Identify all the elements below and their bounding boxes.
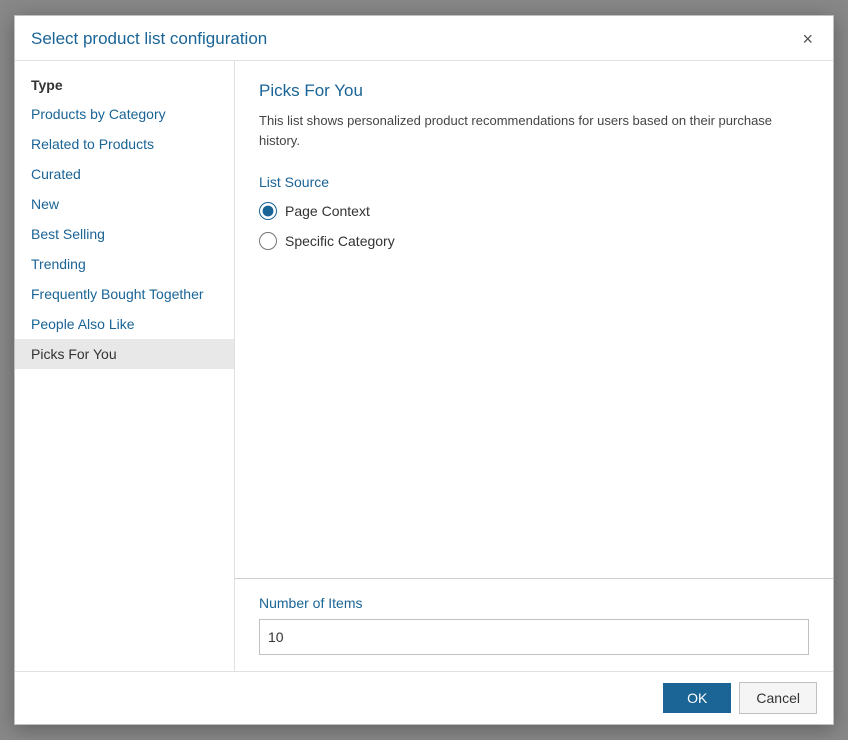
dialog-footer: OK Cancel bbox=[15, 671, 833, 724]
sidebar-item-picks-for-you[interactable]: Picks For You bbox=[15, 339, 234, 369]
main-content: Picks For You This list shows personaliz… bbox=[235, 61, 833, 671]
sidebar-item-related-to-products[interactable]: Related to Products bbox=[15, 129, 234, 159]
content-title: Picks For You bbox=[259, 81, 809, 101]
radio-page-context-label: Page Context bbox=[285, 203, 370, 219]
list-source-label: List Source bbox=[259, 174, 809, 190]
close-button[interactable]: × bbox=[798, 28, 817, 50]
number-of-items-input[interactable] bbox=[259, 619, 809, 655]
sidebar-item-best-selling[interactable]: Best Selling bbox=[15, 219, 234, 249]
radio-group: Page Context Specific Category bbox=[259, 202, 809, 250]
main-lower: Number of Items bbox=[235, 578, 833, 671]
main-upper: Picks For You This list shows personaliz… bbox=[235, 61, 833, 578]
radio-page-context[interactable] bbox=[259, 202, 277, 220]
sidebar: Type Products by Category Related to Pro… bbox=[15, 61, 235, 671]
sidebar-item-new[interactable]: New bbox=[15, 189, 234, 219]
sidebar-item-trending[interactable]: Trending bbox=[15, 249, 234, 279]
content-description: This list shows personalized product rec… bbox=[259, 111, 809, 150]
cancel-button[interactable]: Cancel bbox=[739, 682, 817, 714]
sidebar-item-frequently-bought-together[interactable]: Frequently Bought Together bbox=[15, 279, 234, 309]
number-of-items-label: Number of Items bbox=[259, 595, 809, 611]
sidebar-item-products-by-category[interactable]: Products by Category bbox=[15, 99, 234, 129]
radio-option-page-context[interactable]: Page Context bbox=[259, 202, 809, 220]
dialog-body: Type Products by Category Related to Pro… bbox=[15, 61, 833, 671]
dialog-header: Select product list configuration × bbox=[15, 16, 833, 61]
select-product-list-dialog: Select product list configuration × Type… bbox=[14, 15, 834, 725]
sidebar-item-people-also-like[interactable]: People Also Like bbox=[15, 309, 234, 339]
radio-specific-category[interactable] bbox=[259, 232, 277, 250]
radio-specific-category-label: Specific Category bbox=[285, 233, 395, 249]
ok-button[interactable]: OK bbox=[663, 683, 731, 713]
sidebar-item-curated[interactable]: Curated bbox=[15, 159, 234, 189]
dialog-title: Select product list configuration bbox=[31, 29, 267, 49]
sidebar-section-label: Type bbox=[15, 69, 234, 99]
radio-option-specific-category[interactable]: Specific Category bbox=[259, 232, 809, 250]
